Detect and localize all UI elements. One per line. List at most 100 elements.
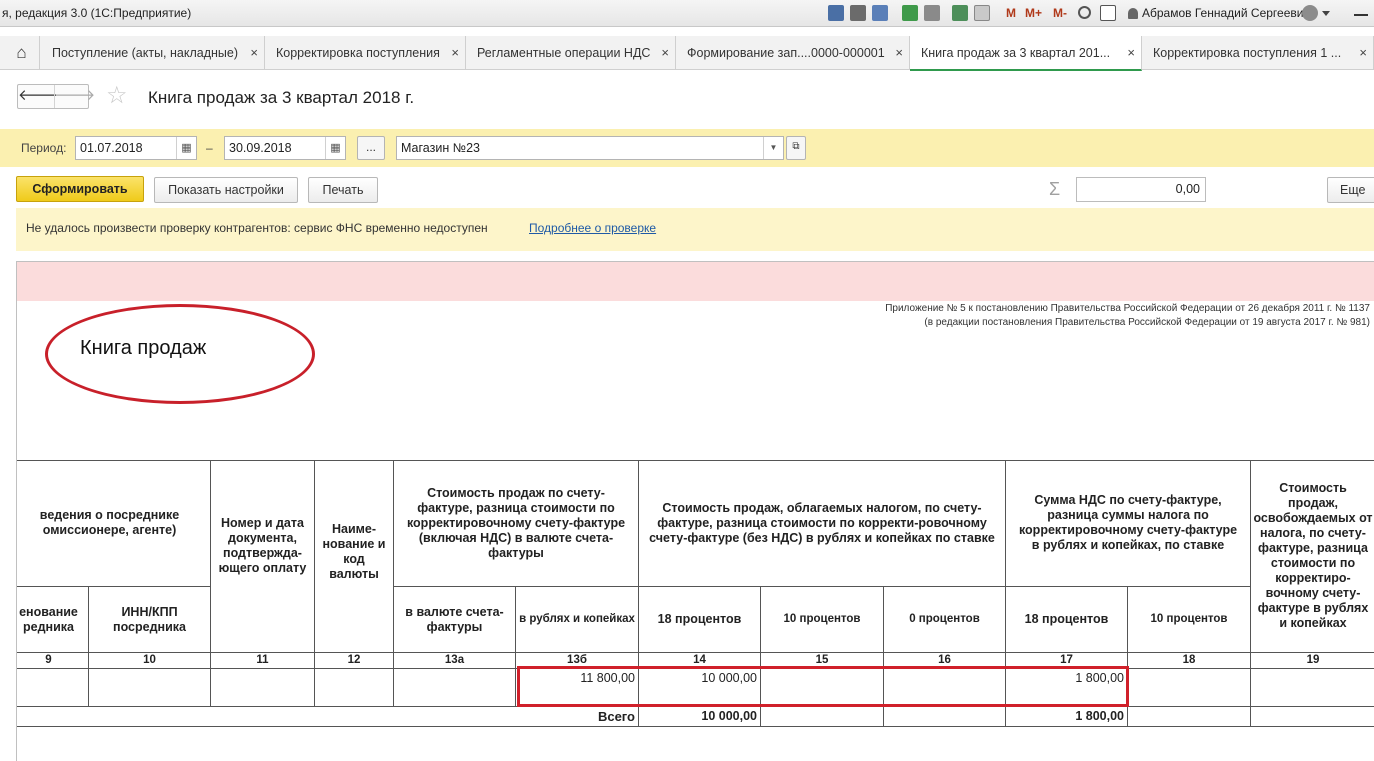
period-select-button[interactable]: ... [357, 136, 385, 160]
tab-receipts[interactable]: Поступление (акты, накладные) × [41, 36, 265, 70]
back-button[interactable]: 🡐 [18, 85, 58, 108]
arrow-right-icon: 🡒 [55, 87, 96, 104]
warning-bar: Не удалось произвести проверку контраген… [16, 208, 1374, 251]
calendar-icon[interactable]: ▦ [176, 137, 196, 159]
home-tab[interactable]: ⌂ [4, 36, 40, 70]
tab-vat-operations[interactable]: Регламентные операции НДС × [466, 36, 676, 70]
memory-m-button[interactable]: M [1006, 6, 1016, 20]
col-num-13a: 13а [394, 653, 516, 669]
info-icon[interactable] [1302, 5, 1318, 21]
tab-receipt-correction[interactable]: Корректировка поступления × [265, 36, 466, 70]
header-currency: Наиме-нование и код валюты [315, 460, 394, 653]
dropdown-icon[interactable]: ▼ [763, 137, 783, 159]
close-icon[interactable]: × [451, 36, 459, 70]
tab-label: Корректировка поступления [276, 46, 440, 60]
total-cell-16 [884, 707, 1006, 727]
open-icon: ⧉ [792, 141, 800, 152]
tab-sales-book[interactable]: Книга продаж за 3 квартал 201... × [910, 36, 1142, 71]
close-icon[interactable]: × [1127, 36, 1135, 69]
home-icon: ⌂ [16, 43, 27, 62]
check-details-link[interactable]: Подробнее о проверке [529, 221, 656, 235]
close-icon[interactable]: × [250, 36, 258, 70]
user-icon [1128, 8, 1138, 19]
header-payment-doc: Номер и дата документа, подтвержда-ющего… [211, 460, 315, 653]
header-cost-incl-vat: Стоимость продаж по счету-фактуре, разни… [394, 460, 639, 587]
subheader-rate-18: 18 процентов [639, 587, 761, 653]
col-num-10: 10 [89, 653, 211, 669]
subheader-in-rub: в рублях и копейках [516, 587, 639, 653]
sum-field[interactable]: 0,00 [1076, 177, 1206, 202]
memory-mminus-button[interactable]: M- [1053, 6, 1067, 20]
appendix-line-1: Приложение № 5 к постановлению Правитель… [885, 303, 1370, 314]
memory-mplus-button[interactable]: M+ [1025, 6, 1042, 20]
header-exempt: Стоимость продаж, освобождаемых от налог… [1251, 460, 1374, 653]
date-from-value: 01.07.2018 [80, 141, 143, 155]
row-cell-13a [394, 669, 516, 707]
sum-sigma-icon: Σ [1049, 179, 1061, 199]
calculator-icon[interactable] [952, 5, 968, 21]
subheader-rate-0: 0 процентов [884, 587, 1006, 653]
report-document[interactable]: Приложение № 5 к постановлению Правитель… [16, 261, 1374, 761]
row-cell-19 [1251, 669, 1374, 707]
tab-label: Регламентные операции НДС [477, 46, 651, 60]
subheader-vat-18: 18 процентов [1006, 587, 1128, 653]
more-button[interactable]: Еще [1327, 177, 1374, 203]
date-to-field[interactable]: 30.09.2018 ▦ [224, 136, 346, 160]
open-organization-button[interactable]: ⧉ [786, 136, 806, 160]
total-label: Всего [17, 707, 639, 727]
col-num-18: 18 [1128, 653, 1251, 669]
zoom-icon[interactable] [1078, 6, 1091, 19]
col-num-19: 19 [1251, 653, 1374, 669]
window-titlebar: я, редакция 3.0 (1С:Предприятие) M M+ M-… [0, 0, 1374, 27]
favorite-star-icon[interactable]: ☆ [106, 83, 128, 109]
title-highlight-oval [45, 304, 315, 404]
organization-field[interactable]: Магазин №23 ▼ [396, 136, 784, 160]
arrow-left-icon: 🡐 [18, 87, 59, 104]
row-cell-10 [89, 669, 211, 707]
header-intermediary: ведения о посреднике омиссионере, агенте… [17, 460, 211, 587]
appendix-line-2: (в редакции постановления Правительства … [924, 317, 1370, 328]
subheader-vat-10: 10 процентов [1128, 587, 1251, 653]
subheader-intermediary-name: енование редника [17, 587, 89, 653]
close-icon[interactable]: × [895, 36, 903, 70]
total-cell-19 [1251, 707, 1374, 727]
calendar-icon[interactable] [974, 5, 990, 21]
print-button[interactable]: Печать [308, 177, 378, 203]
row-cell-11 [211, 669, 315, 707]
header-cost-taxable: Стоимость продаж, облагаемых налогом, по… [639, 460, 1006, 587]
date-to-value: 30.09.2018 [229, 141, 292, 155]
preview-icon[interactable] [872, 5, 888, 21]
print-icon[interactable] [850, 5, 866, 21]
period-dash: – [206, 141, 213, 155]
generate-button[interactable]: Сформировать [16, 176, 144, 202]
row-cell-12 [315, 669, 394, 707]
col-num-12: 12 [315, 653, 394, 669]
close-icon[interactable]: × [661, 36, 669, 70]
tab-formation[interactable]: Формирование зап....0000-000001 × [676, 36, 910, 70]
col-num-9: 9 [17, 653, 89, 669]
row-cell-9 [17, 669, 89, 707]
upload-icon[interactable] [902, 5, 918, 21]
close-icon[interactable]: × [1359, 36, 1367, 70]
organization-value: Магазин №23 [401, 141, 481, 155]
date-from-field[interactable]: 01.07.2018 ▦ [75, 136, 197, 160]
minimize-icon[interactable] [1354, 14, 1368, 16]
save-icon[interactable] [828, 5, 844, 21]
show-settings-button[interactable]: Показать настройки [154, 177, 298, 203]
panel-icon[interactable] [1100, 5, 1116, 21]
user-name[interactable]: Абрамов Геннадий Сергеевич [1142, 6, 1310, 20]
report-header-band [17, 262, 1374, 301]
filter-panel: Период: 01.07.2018 ▦ – 30.09.2018 ▦ ... … [0, 129, 1374, 167]
page-title: Книга продаж за 3 квартал 2018 г. [148, 88, 415, 107]
total-cell-17: 1 800,00 [1006, 707, 1128, 727]
navigation-buttons: 🡐 🡒 [17, 84, 95, 109]
subheader-intermediary-inn: ИНН/КПП посредника [89, 587, 211, 653]
tab-receipt-correction-1[interactable]: Корректировка поступления 1 ... × [1142, 36, 1374, 70]
row-cell-18 [1128, 669, 1251, 707]
col-num-11: 11 [211, 653, 315, 669]
menu-chevron-icon[interactable] [1322, 11, 1330, 16]
mail-icon[interactable] [924, 5, 940, 21]
subheader-rate-10: 10 процентов [761, 587, 884, 653]
calendar-icon[interactable]: ▦ [325, 137, 345, 159]
forward-button[interactable]: 🡒 [54, 85, 95, 108]
